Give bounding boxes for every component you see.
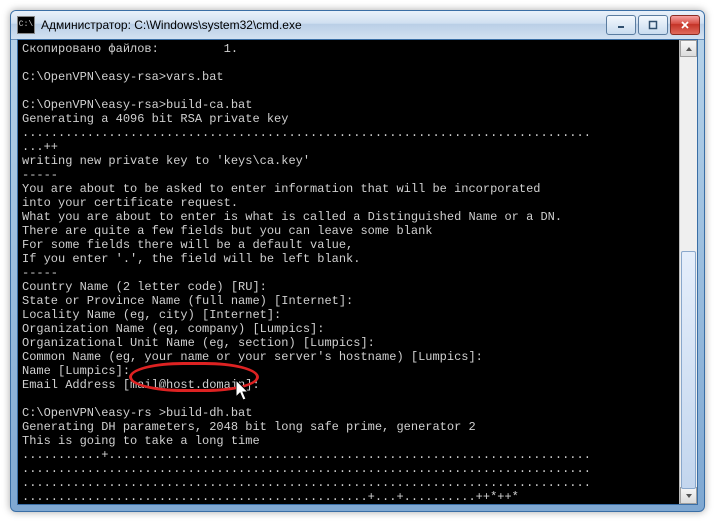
line: What you are about to enter is what is c…: [22, 210, 562, 224]
line: writing new private key to 'keys\ca.key': [22, 154, 310, 168]
line: If you enter '.', the field will be left…: [22, 252, 360, 266]
scroll-up-button[interactable]: [680, 40, 697, 57]
line: Country Name (2 letter code) [RU]:: [22, 280, 267, 294]
scroll-track[interactable]: [680, 57, 697, 487]
minimize-button[interactable]: [606, 15, 636, 35]
line: ...........+............................…: [22, 448, 591, 462]
line: Locality Name (eg, city) [Internet]:: [22, 308, 281, 322]
line: State or Province Name (full name) [Inte…: [22, 294, 353, 308]
scroll-thumb[interactable]: [681, 251, 696, 490]
line: Common Name (eg, your name or your serve…: [22, 350, 483, 364]
line: Name [Lumpics]:: [22, 364, 130, 378]
line: C:\OpenVPN\easy-rs >build-dh.bat: [22, 406, 252, 420]
line: Generating a 4096 bit RSA private key: [22, 112, 288, 126]
line: ........................................…: [22, 476, 591, 490]
line: -----: [22, 168, 58, 182]
line: You are about to be asked to enter infor…: [22, 182, 540, 196]
line: ........................................…: [22, 462, 591, 476]
line: ...++: [22, 140, 58, 154]
line: Email Address [mail@host.domain]:: [22, 378, 260, 392]
cmd-icon: C:\: [17, 16, 35, 34]
line: into your certificate request.: [22, 196, 238, 210]
vertical-scrollbar[interactable]: [679, 40, 697, 504]
cmd-window: C:\ Администратор: C:\Windows\system32\c…: [10, 10, 705, 512]
line: There are quite a few fields but you can…: [22, 224, 432, 238]
terminal-output[interactable]: Скопировано файлов: 1. C:\OpenVPN\easy-r…: [18, 40, 697, 504]
window-buttons: [606, 15, 700, 35]
line: ........................................…: [22, 490, 519, 504]
line: ........................................…: [22, 126, 591, 140]
line: Generating DH parameters, 2048 bit long …: [22, 420, 476, 434]
scroll-down-button[interactable]: [680, 487, 697, 504]
line: Organization Name (eg, company) [Lumpics…: [22, 322, 324, 336]
line: C:\OpenVPN\easy-rsa>build-ca.bat: [22, 98, 252, 112]
cmd-icon-glyph: C:\: [19, 21, 33, 29]
line: Organizational Unit Name (eg, section) […: [22, 336, 375, 350]
line: Скопировано файлов: 1.: [22, 42, 238, 56]
window-title: Администратор: C:\Windows\system32\cmd.e…: [41, 18, 606, 32]
close-button[interactable]: [670, 15, 700, 35]
titlebar[interactable]: C:\ Администратор: C:\Windows\system32\c…: [11, 11, 704, 40]
maximize-button[interactable]: [638, 15, 668, 35]
line: C:\OpenVPN\easy-rsa>vars.bat: [22, 70, 224, 84]
client-area: Скопировано файлов: 1. C:\OpenVPN\easy-r…: [17, 39, 698, 505]
line: This is going to take a long time: [22, 434, 260, 448]
line: -----: [22, 266, 58, 280]
line: For some fields there will be a default …: [22, 238, 353, 252]
